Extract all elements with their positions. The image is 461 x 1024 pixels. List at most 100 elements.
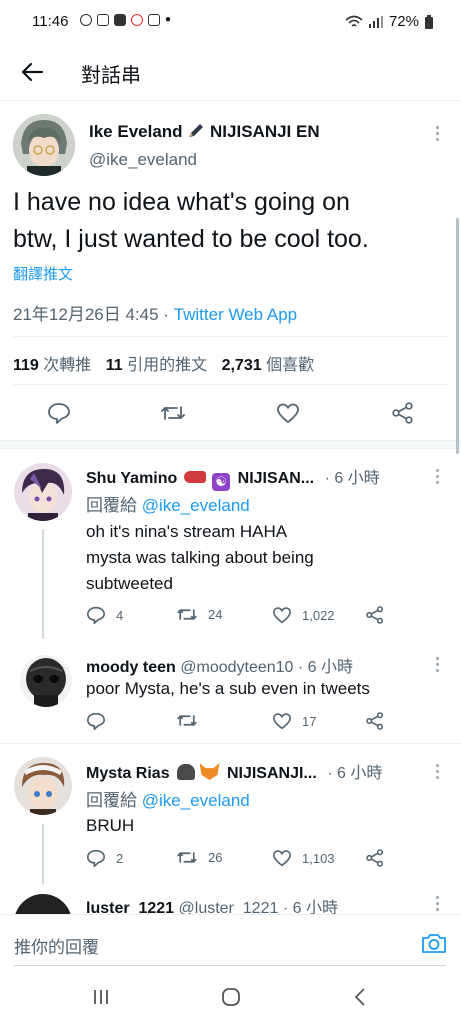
reply-luster[interactable]: luster_1221 @luster_1221 · 6 小時	[0, 884, 461, 914]
reply-author-handle[interactable]: @luster_1221	[179, 900, 279, 914]
reply-author-suffix[interactable]: NIJISAN...	[238, 470, 314, 487]
reply-retweet-action[interactable]: 24	[176, 606, 222, 623]
reply-reply-action[interactable]: 2	[86, 849, 123, 867]
youtube-icon	[114, 14, 126, 26]
share-icon[interactable]	[365, 849, 385, 867]
reply-author-handle[interactable]: @moodyteen10	[180, 659, 293, 676]
more-options-icon[interactable]	[436, 126, 440, 144]
avatar-shu[interactable]	[14, 463, 72, 521]
meta-separator: ·	[158, 305, 174, 324]
tweet-source[interactable]: Twitter Web App	[174, 305, 297, 324]
replying-to-handle[interactable]: @ike_eveland	[142, 496, 250, 515]
more-notifications-icon: ●	[165, 14, 172, 25]
reply-more-icon[interactable]	[436, 657, 440, 675]
reply-more-icon[interactable]	[436, 764, 440, 782]
reply-author-name[interactable]: moody teen	[86, 659, 176, 676]
tweet-meta: 21年12月26日 4:45 · Twitter Web App	[13, 300, 297, 325]
fox-emoji-icon	[199, 763, 220, 780]
page-title: 對話串	[81, 65, 141, 87]
reply-reply-action[interactable]: 4	[86, 606, 123, 624]
detective-emoji-icon	[177, 764, 196, 780]
reply-retweet-action[interactable]	[176, 712, 208, 729]
like-icon	[272, 607, 292, 624]
replying-to: 回覆給 @ike_eveland	[86, 491, 250, 516]
like-icon	[272, 713, 292, 730]
reply-text: oh it's nina's stream HAHA mysta was tal…	[86, 519, 314, 597]
retweet-icon[interactable]	[160, 403, 186, 423]
reply-icon	[86, 606, 106, 624]
replying-to: 回覆給 @ike_eveland	[86, 786, 250, 811]
instagram-icon	[97, 14, 109, 26]
reply-header: Shu Yamino ☯ NIJISAN... · 6 小時	[86, 464, 380, 491]
author-handle[interactable]: @ike_eveland	[89, 150, 197, 170]
meta-divider	[13, 336, 448, 337]
tweet-stats: 119 次轉推 11 引用的推文 2,731 個喜歡	[13, 351, 314, 375]
reply-reply-action[interactable]	[86, 712, 116, 730]
share-icon[interactable]	[365, 712, 385, 730]
reply-icon[interactable]	[47, 402, 71, 424]
reply-moody[interactable]: moody teen @moodyteen10 · 6 小時 poor Myst…	[0, 639, 461, 743]
reply-header: Mysta Rias NIJISANJI... · 6 小時	[86, 759, 382, 783]
recent-apps-icon[interactable]	[92, 988, 110, 1006]
stats-divider	[13, 384, 448, 385]
reply-author-name[interactable]: luster_1221	[86, 900, 174, 914]
retweet-icon	[177, 715, 197, 726]
reply-more-icon[interactable]	[436, 469, 440, 487]
back-nav-icon[interactable]	[352, 987, 368, 1007]
quotes-label[interactable]: 引用的推文	[127, 357, 207, 374]
signal-icon	[368, 15, 383, 28]
reply-like-action[interactable]: 1,103	[272, 849, 335, 867]
reply-count: 4	[116, 607, 124, 623]
translate-link[interactable]: 翻譯推文	[13, 263, 73, 284]
tweet-text-line-1: I have no idea what's going on	[13, 188, 350, 216]
retweet-icon	[177, 609, 197, 620]
reply-author-name[interactable]: Shu Yamino	[86, 470, 177, 487]
retweets-count[interactable]: 119	[13, 357, 39, 374]
avatar-luster[interactable]	[14, 894, 72, 914]
app-icon	[148, 14, 160, 26]
share-icon[interactable]	[365, 606, 385, 624]
reply-time: · 6 小時	[282, 900, 338, 914]
reply-time: · 6 小時	[297, 659, 354, 676]
status-right: 72%	[345, 13, 433, 30]
likes-label[interactable]: 個喜歡	[266, 357, 314, 374]
reply-like-action[interactable]: 17	[272, 712, 316, 730]
reply-header: moody teen @moodyteen10 · 6 小時	[86, 653, 353, 677]
tweet-date: 21年12月26日 4:45	[13, 305, 159, 324]
notification-icons: ●	[80, 14, 171, 26]
reply-shu[interactable]: Shu Yamino ☯ NIJISAN... · 6 小時 回覆給 @ike_…	[0, 449, 461, 639]
replying-to-handle[interactable]: @ike_eveland	[142, 791, 250, 810]
reply-author-suffix[interactable]: NIJISANJI...	[227, 765, 317, 782]
compose-underline	[14, 965, 446, 966]
retweets-label[interactable]: 次轉推	[43, 357, 91, 374]
section-gap	[0, 441, 461, 448]
author-name-suffix: NIJISANJI EN	[210, 122, 320, 141]
pen-emoji-icon	[189, 124, 204, 137]
avatar-ike[interactable]	[13, 114, 75, 176]
status-time: 11:46	[32, 13, 69, 30]
scrollbar[interactable]	[456, 218, 459, 454]
like-icon	[272, 850, 292, 867]
avatar-mysta[interactable]	[14, 757, 72, 815]
quotes-count[interactable]: 11	[106, 357, 123, 374]
like-count: 1,103	[302, 850, 335, 866]
reply-mysta[interactable]: Mysta Rias NIJISANJI... · 6 小時 回覆給 @ike_…	[0, 744, 461, 884]
camera-icon[interactable]	[421, 932, 447, 954]
reply-text-line-2: mysta was talking about being	[86, 548, 314, 567]
reply-icon	[86, 712, 106, 730]
like-count: 1,022	[302, 607, 335, 623]
reply-author-name[interactable]: Mysta Rias	[86, 765, 170, 782]
reply-more-icon[interactable]	[436, 896, 440, 914]
thread-line	[42, 824, 44, 884]
like-icon[interactable]	[276, 402, 300, 424]
share-icon[interactable]	[391, 402, 415, 424]
reply-text: poor Mysta, he's a sub even in tweets	[86, 679, 370, 698]
home-icon[interactable]	[221, 987, 241, 1007]
likes-count[interactable]: 2,731	[222, 357, 262, 374]
back-arrow-icon[interactable]	[18, 58, 46, 86]
reply-input[interactable]: 推你的回覆	[14, 933, 99, 958]
avatar-moody[interactable]	[20, 655, 72, 707]
reply-retweet-action[interactable]: 26	[176, 849, 222, 866]
reply-like-action[interactable]: 1,022	[272, 606, 335, 624]
author-name-row[interactable]: Ike Eveland NIJISANJI EN	[89, 122, 320, 142]
